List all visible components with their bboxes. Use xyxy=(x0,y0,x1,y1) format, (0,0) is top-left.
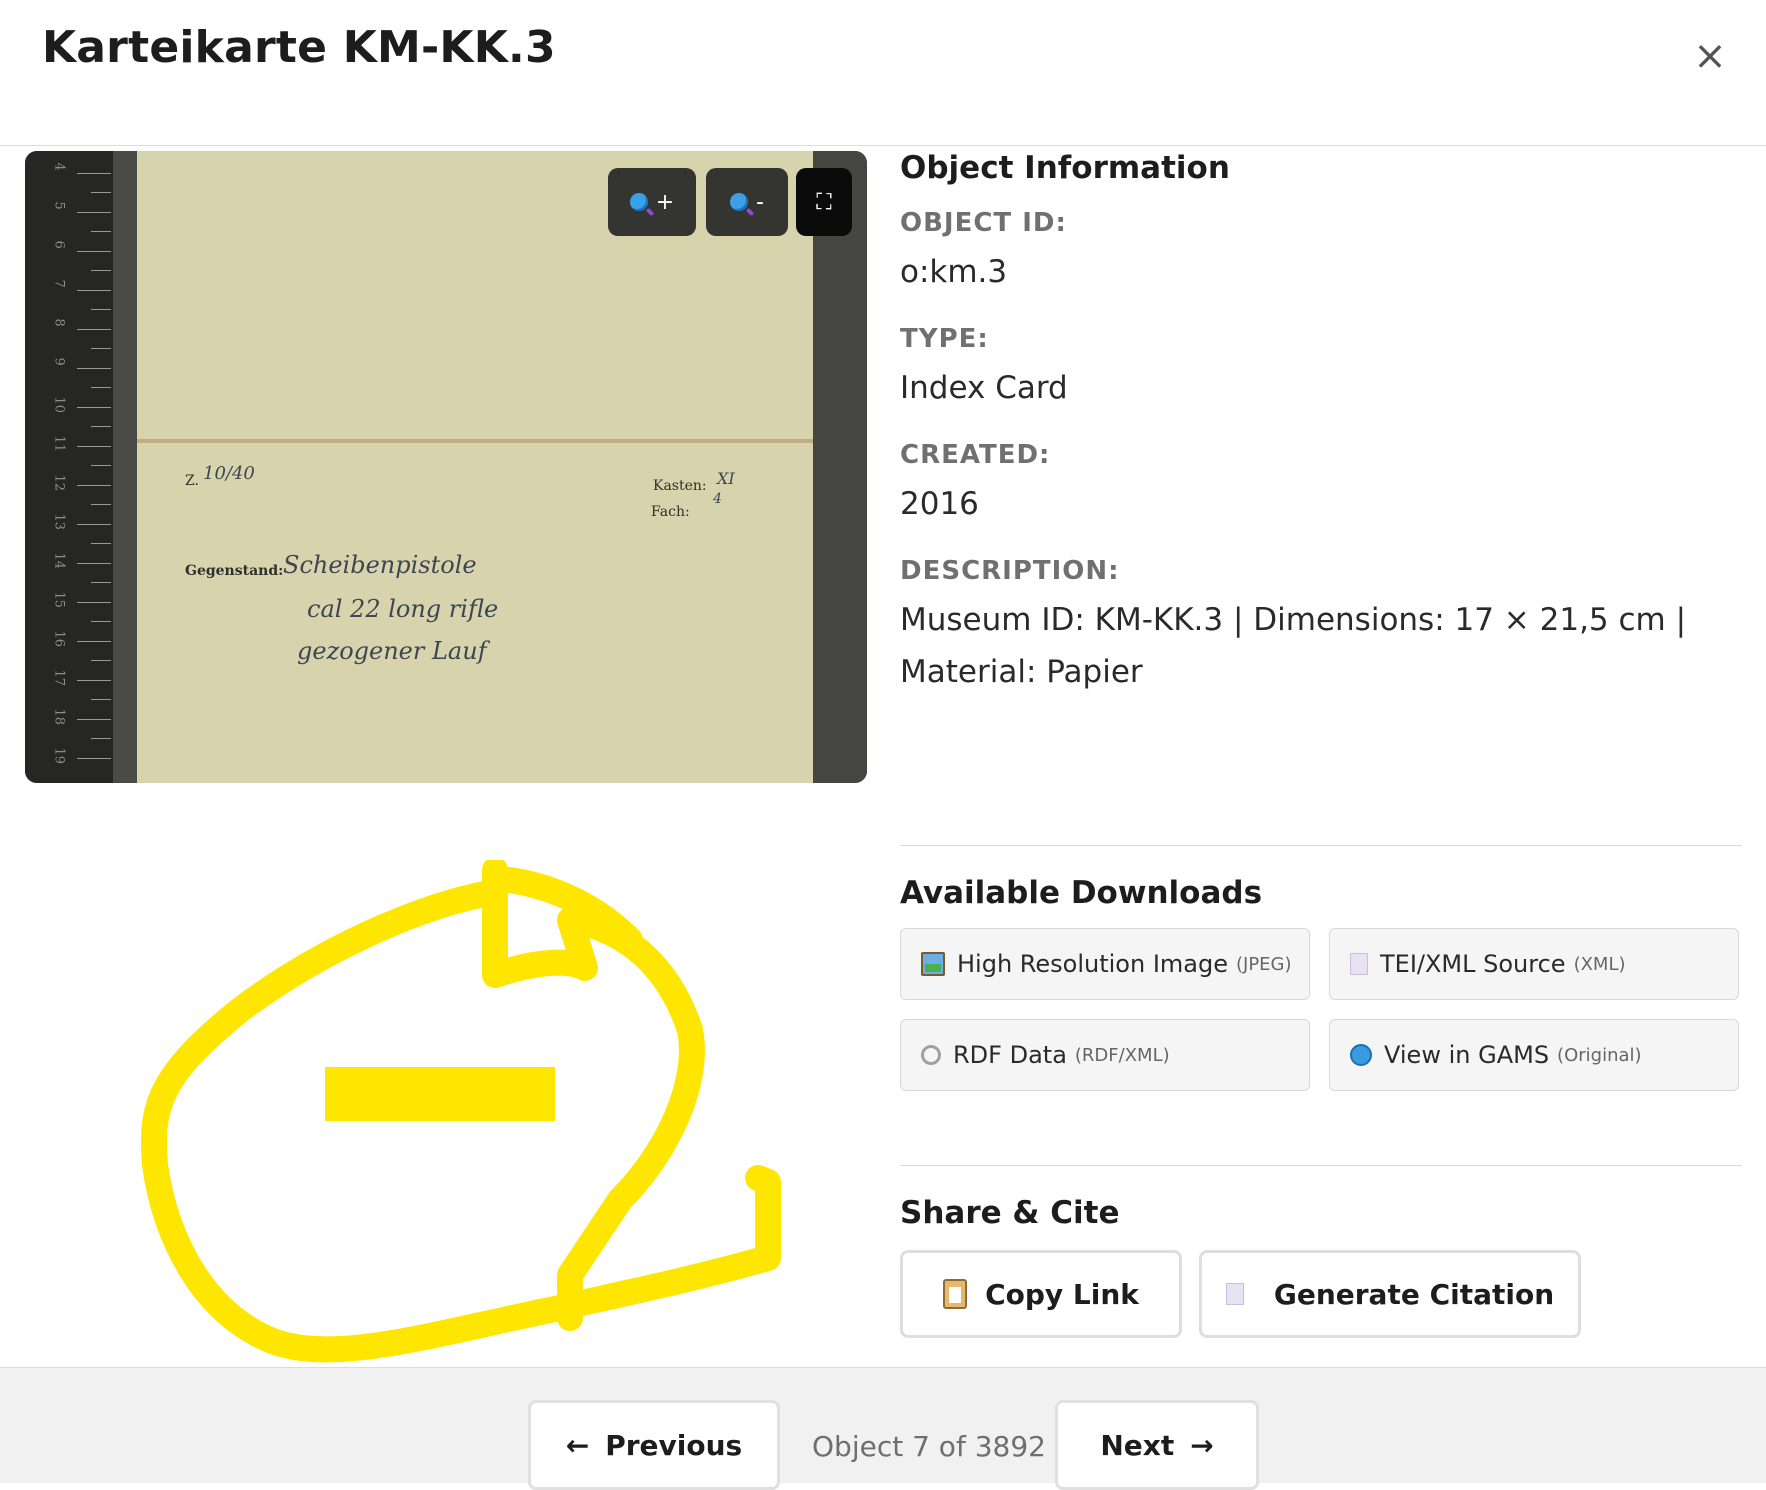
ruler-number: 12 xyxy=(51,474,67,492)
clipboard-icon xyxy=(943,1279,968,1309)
magnifier-icon xyxy=(629,193,648,211)
globe-icon xyxy=(1350,1044,1372,1066)
card-z-label: Z. xyxy=(185,473,199,489)
download-label: View in GAMS xyxy=(1384,1041,1550,1069)
fullscreen-icon: ⛶ xyxy=(816,189,832,215)
download-format: (Original) xyxy=(1557,1044,1642,1066)
ruler-number: 10 xyxy=(51,396,67,414)
download-format: (XML) xyxy=(1573,953,1626,975)
document-icon xyxy=(1225,1283,1244,1305)
fullscreen-button[interactable]: ⛶ xyxy=(796,168,852,236)
generate-citation-label: Generate Citation xyxy=(1273,1277,1555,1311)
ruler-number: 8 xyxy=(51,318,67,327)
zoom-out-label: - xyxy=(756,189,764,215)
type-label: TYPE: xyxy=(900,324,989,354)
ruler-number: 6 xyxy=(51,240,67,249)
description-label: DESCRIPTION: xyxy=(900,556,1120,586)
index-card-scan: Z. 10/40 Kasten: XI Fach: 4 Gegenstand: … xyxy=(137,151,813,783)
card-kasten-value: XI xyxy=(717,469,735,488)
description-value: Museum ID: KM-KK.3 | Dimensions: 17 × 21… xyxy=(900,602,1687,690)
ruler-number: 9 xyxy=(51,357,67,366)
scale-ruler: 4 5 6 7 8 9 10 11 12 13 14 15 16 17 18 1… xyxy=(25,151,113,783)
card-kasten-label: Kasten: xyxy=(653,478,707,494)
ruler-number: 11 xyxy=(51,435,67,453)
previous-button[interactable]: ← Previous xyxy=(528,1400,780,1490)
download-high-resolution-image-button[interactable]: High Resolution Image (JPEG) xyxy=(900,928,1310,1000)
next-label: Next xyxy=(1100,1428,1175,1462)
document-icon xyxy=(1350,953,1368,975)
object-id-label: OBJECT ID: xyxy=(900,208,1067,238)
object-counter: Object 7 of 3892 xyxy=(812,1430,1046,1463)
download-rdf-button[interactable]: RDF Data (RDF/XML) xyxy=(900,1019,1310,1091)
close-icon[interactable]: × xyxy=(1690,36,1730,76)
modal-footer xyxy=(0,1367,1766,1483)
ruler-number: 18 xyxy=(51,708,67,726)
ruler-number: 4 xyxy=(51,162,67,171)
ruler-number: 19 xyxy=(51,747,67,765)
object-info-heading: Object Information xyxy=(900,150,1230,186)
image-viewer[interactable]: 4 5 6 7 8 9 10 11 12 13 14 15 16 17 18 1… xyxy=(25,151,867,783)
ruler-number: 15 xyxy=(51,591,67,609)
download-format: (JPEG) xyxy=(1235,953,1292,975)
download-label: RDF Data xyxy=(953,1041,1067,1069)
download-label: High Resolution Image xyxy=(957,950,1228,978)
card-fach-value: 4 xyxy=(713,491,722,507)
downloads-heading: Available Downloads xyxy=(900,875,1263,911)
card-gegenstand-label: Gegenstand: xyxy=(185,563,284,579)
section-divider xyxy=(900,845,1742,846)
next-button[interactable]: Next → xyxy=(1055,1400,1259,1490)
object-info-panel: Object Information OBJECT ID: o:km.3 TYP… xyxy=(900,150,1742,698)
ruler-number: 14 xyxy=(51,552,67,570)
card-handwriting-line: cal 22 long rifle xyxy=(307,595,499,623)
object-id-value: o:km.3 xyxy=(900,254,1008,290)
card-handwriting-line: Scheibenpistole xyxy=(283,551,477,579)
view-in-gams-button[interactable]: View in GAMS (Original) xyxy=(1329,1019,1739,1091)
image-icon xyxy=(921,952,945,976)
download-format: (RDF/XML) xyxy=(1074,1044,1170,1066)
link-icon xyxy=(921,1045,941,1065)
ruler-number: 17 xyxy=(51,669,67,687)
previous-label: Previous xyxy=(605,1428,743,1462)
arrow-left-icon: ← xyxy=(565,1428,590,1462)
card-fold xyxy=(137,439,813,443)
modal-title: Karteikarte KM-KK.3 xyxy=(42,22,556,73)
copy-link-button[interactable]: Copy Link xyxy=(900,1250,1182,1338)
created-value: 2016 xyxy=(900,486,979,522)
type-value: Index Card xyxy=(900,370,1068,406)
generate-citation-button[interactable]: Generate Citation xyxy=(1199,1250,1581,1338)
card-z-value: 10/40 xyxy=(203,463,255,484)
copy-link-label: Copy Link xyxy=(985,1277,1139,1311)
zoom-in-label: + xyxy=(655,189,675,215)
card-fach-label: Fach: xyxy=(651,504,690,520)
zoom-in-button[interactable]: + xyxy=(608,168,696,236)
ruler-number: 13 xyxy=(51,513,67,531)
created-label: CREATED: xyxy=(900,440,1051,470)
card-handwriting-line: gezogener Lauf xyxy=(297,637,487,665)
ruler-number: 5 xyxy=(51,201,67,210)
share-heading: Share & Cite xyxy=(900,1195,1120,1231)
yellow-annotation-scribble xyxy=(140,860,781,1363)
section-divider xyxy=(900,1165,1742,1166)
download-tei-xml-button[interactable]: TEI/XML Source (XML) xyxy=(1329,928,1739,1000)
zoom-out-button[interactable]: - xyxy=(706,168,788,236)
ruler-number: 16 xyxy=(51,630,67,648)
modal-header: Karteikarte KM-KK.3 × xyxy=(0,0,1766,146)
magnifier-icon xyxy=(730,193,749,211)
ruler-number: 7 xyxy=(51,279,67,288)
arrow-right-icon: → xyxy=(1190,1428,1214,1462)
download-label: TEI/XML Source xyxy=(1380,950,1566,978)
